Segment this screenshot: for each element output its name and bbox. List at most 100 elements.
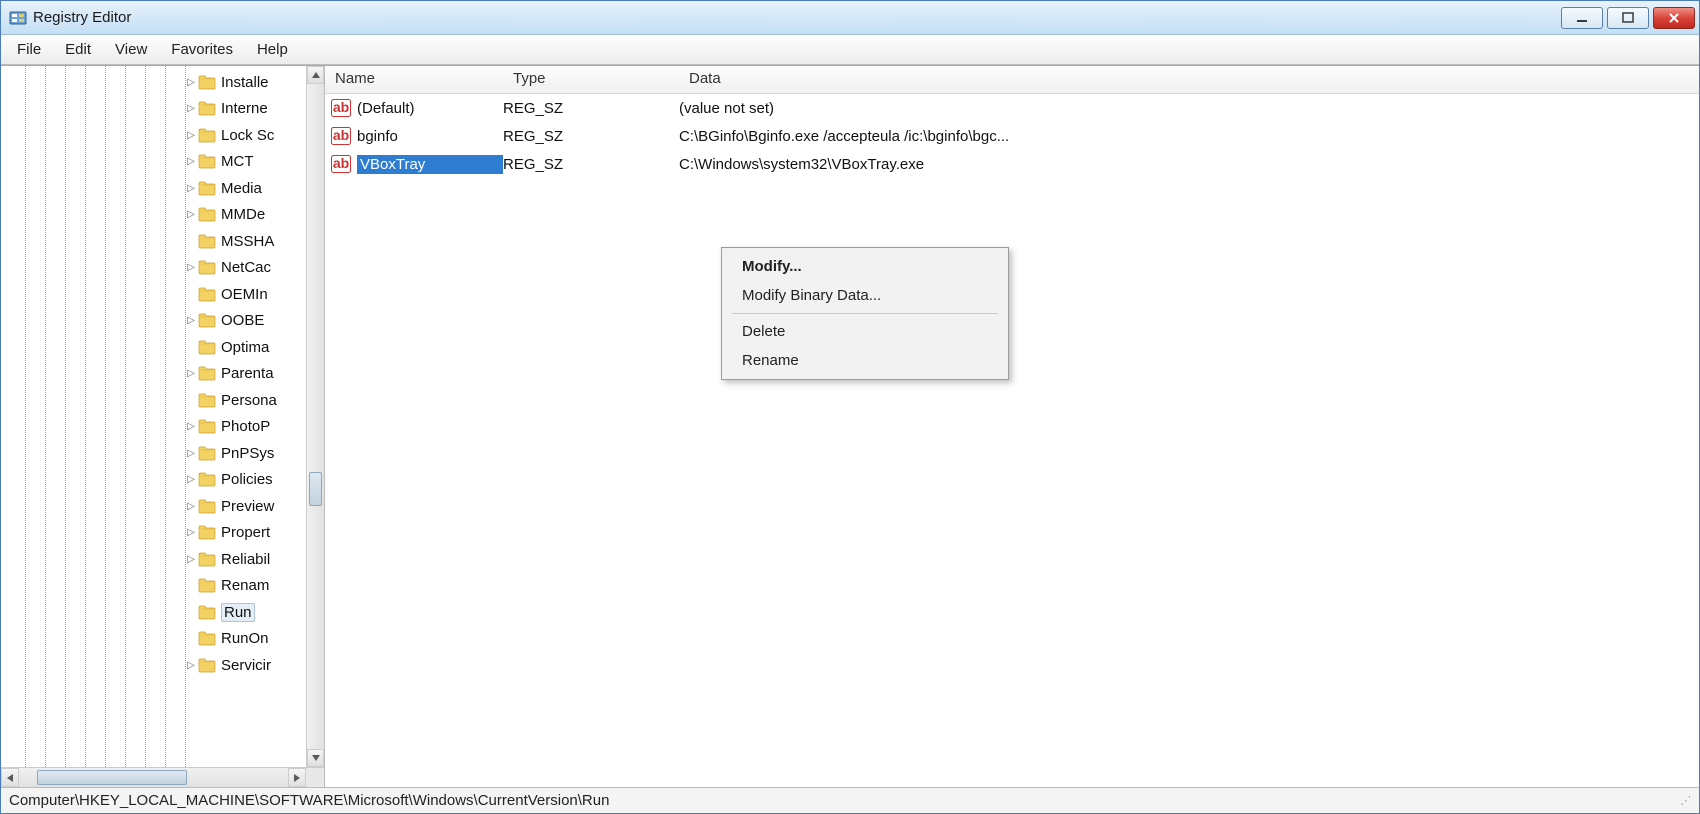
tree-item-label: RunOn xyxy=(221,630,269,647)
list-body[interactable]: ab(Default)REG_SZ(value not set)abbginfo… xyxy=(325,94,1699,178)
tree-item[interactable]: ▷ MMDe xyxy=(185,202,306,229)
tree-item-label: Propert xyxy=(221,524,270,541)
tree-indent-lines xyxy=(1,66,191,767)
context-separator xyxy=(732,313,998,314)
tree-expander-icon[interactable]: ▷ xyxy=(185,77,197,88)
tree-item[interactable]: Renam xyxy=(185,573,306,600)
menu-view[interactable]: View xyxy=(103,35,159,64)
tree-item[interactable]: ▷ Propert xyxy=(185,520,306,547)
context-rename[interactable]: Rename xyxy=(724,346,1006,375)
list-row[interactable]: ab(Default)REG_SZ(value not set) xyxy=(325,94,1699,122)
tree-expander-icon[interactable]: ▷ xyxy=(185,474,197,485)
tree-item[interactable]: ▷ Servicir xyxy=(185,652,306,679)
tree-item[interactable]: RunOn xyxy=(185,626,306,653)
scroll-left-arrow-icon[interactable] xyxy=(1,768,19,787)
tree-item[interactable]: ▷Reliabil xyxy=(185,546,306,573)
tree-horizontal-scrollbar[interactable] xyxy=(1,767,324,787)
tree-item[interactable]: ▷ OOBE xyxy=(185,308,306,335)
menu-help[interactable]: Help xyxy=(245,35,300,64)
column-header-data[interactable]: Data xyxy=(679,66,1699,93)
window-title: Registry Editor xyxy=(33,9,1561,26)
menubar: File Edit View Favorites Help xyxy=(1,35,1699,65)
tree-item-label: PhotoP xyxy=(221,418,270,435)
folder-icon xyxy=(198,658,216,673)
column-header-name[interactable]: Name xyxy=(325,66,503,93)
context-delete[interactable]: Delete xyxy=(724,317,1006,346)
scroll-down-arrow-icon[interactable] xyxy=(307,749,324,767)
maximize-button[interactable] xyxy=(1607,7,1649,29)
context-modify-binary[interactable]: Modify Binary Data... xyxy=(724,281,1006,310)
folder-icon xyxy=(198,101,216,116)
tree-item[interactable]: ▷Parenta xyxy=(185,361,306,388)
tree-item[interactable]: Run xyxy=(185,599,306,626)
column-header-type[interactable]: Type xyxy=(503,66,679,93)
menu-edit[interactable]: Edit xyxy=(53,35,103,64)
folder-icon xyxy=(198,552,216,567)
tree-expander-icon[interactable]: ▷ xyxy=(185,183,197,194)
tree-expander-icon[interactable]: ▷ xyxy=(185,421,197,432)
tree-expander-icon[interactable]: ▷ xyxy=(185,103,197,114)
list-row[interactable]: abVBoxTrayREG_SZC:\Windows\system32\VBox… xyxy=(325,150,1699,178)
svg-text:ab: ab xyxy=(333,127,349,143)
folder-icon xyxy=(198,128,216,143)
tree-item-label: OEMIn xyxy=(221,286,268,303)
tree-item-label: NetCac xyxy=(221,259,271,276)
tree-item[interactable]: ▷Lock Sc xyxy=(185,122,306,149)
scroll-right-arrow-icon[interactable] xyxy=(288,768,306,787)
tree-item[interactable]: Persona xyxy=(185,387,306,414)
value-data: C:\BGinfo\Bginfo.exe /accepteula /ic:\bg… xyxy=(679,128,1699,145)
tree-expander-icon[interactable]: ▷ xyxy=(185,554,197,565)
tree-item-label: OOBE xyxy=(221,312,264,329)
tree-item-label: Optima xyxy=(221,339,269,356)
close-button[interactable] xyxy=(1653,7,1695,29)
tree-item-label: Servicir xyxy=(221,657,271,674)
menu-favorites[interactable]: Favorites xyxy=(159,35,245,64)
tree-item[interactable]: ▷Policies xyxy=(185,467,306,494)
tree-expander-icon[interactable]: ▷ xyxy=(185,156,197,167)
tree-item[interactable]: ▷ PhotoP xyxy=(185,414,306,441)
value-data: C:\Windows\system32\VBoxTray.exe xyxy=(679,156,1699,173)
tree-expander-icon[interactable]: ▷ xyxy=(185,209,197,220)
scroll-up-arrow-icon[interactable] xyxy=(307,66,324,84)
status-path: Computer\HKEY_LOCAL_MACHINE\SOFTWARE\Mic… xyxy=(9,792,609,809)
tree-item[interactable]: ▷Installe xyxy=(185,69,306,96)
folder-icon xyxy=(198,181,216,196)
minimize-button[interactable] xyxy=(1561,7,1603,29)
folder-icon xyxy=(198,340,216,355)
folder-icon xyxy=(198,313,216,328)
tree-item[interactable]: OEMIn xyxy=(185,281,306,308)
tree-item[interactable]: ▷Preview xyxy=(185,493,306,520)
tree-item[interactable]: ▷ NetCac xyxy=(185,255,306,282)
tree-item-label: MCT xyxy=(221,153,254,170)
tree-item-label: Run xyxy=(224,604,252,621)
tree-expander-icon[interactable]: ▷ xyxy=(185,527,197,538)
tree-expander-icon[interactable]: ▷ xyxy=(185,448,197,459)
tree-item-label: MMDe xyxy=(221,206,265,223)
string-value-icon: ab xyxy=(331,127,351,145)
tree-content[interactable]: ▷Installe▷Interne▷Lock Sc▷MCT▷Media▷MMDe… xyxy=(1,66,306,767)
folder-icon xyxy=(198,631,216,646)
tree-item-label: MSSHA xyxy=(221,233,274,250)
tree-item[interactable]: ▷Interne xyxy=(185,96,306,123)
tree-item[interactable]: Optima xyxy=(185,334,306,361)
tree-expander-icon[interactable]: ▷ xyxy=(185,315,197,326)
tree-expander-icon[interactable]: ▷ xyxy=(185,368,197,379)
tree-expander-icon[interactable]: ▷ xyxy=(185,501,197,512)
tree-item[interactable]: ▷ MCT xyxy=(185,149,306,176)
tree-item[interactable]: ▷Media xyxy=(185,175,306,202)
menu-file[interactable]: File xyxy=(5,35,53,64)
tree-expander-icon[interactable]: ▷ xyxy=(185,660,197,671)
folder-icon xyxy=(198,499,216,514)
scroll-thumb[interactable] xyxy=(37,770,187,785)
context-modify[interactable]: Modify... xyxy=(724,252,1006,281)
tree-item-label: PnPSys xyxy=(221,445,274,462)
tree-item[interactable]: MSSHA xyxy=(185,228,306,255)
scroll-thumb[interactable] xyxy=(309,472,322,506)
tree-vertical-scrollbar[interactable] xyxy=(306,66,324,767)
tree-item[interactable]: ▷ PnPSys xyxy=(185,440,306,467)
tree-expander-icon[interactable]: ▷ xyxy=(185,130,197,141)
tree-expander-icon[interactable]: ▷ xyxy=(185,262,197,273)
svg-text:ab: ab xyxy=(333,99,349,115)
resize-grip-icon[interactable]: ⋰ xyxy=(1680,794,1690,808)
list-row[interactable]: abbginfoREG_SZC:\BGinfo\Bginfo.exe /acce… xyxy=(325,122,1699,150)
